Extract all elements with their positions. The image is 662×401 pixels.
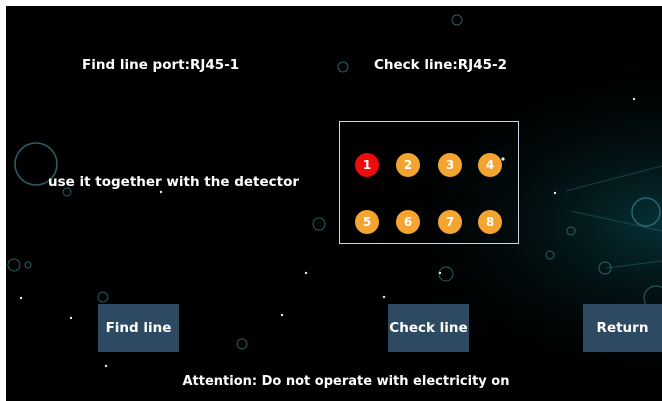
return-button[interactable]: Return	[583, 304, 662, 352]
pin-4-indicator: 4	[478, 153, 502, 177]
detector-hint-text: use it together with the detector	[48, 174, 300, 190]
pin-5-indicator: 5	[355, 210, 379, 234]
rj45-pin-panel: 1 2 3 4 5 6 7 8	[339, 121, 519, 244]
tester-screen: Find line port:RJ45-1 Check line:RJ45-2 …	[6, 6, 662, 401]
check-line-port-label: Check line:RJ45-2	[374, 57, 507, 73]
attention-warning: Attention: Do not operate with electrici…	[182, 374, 510, 389]
check-line-button[interactable]: Check line	[388, 304, 469, 352]
find-line-button[interactable]: Find line	[98, 304, 179, 352]
pin-8-indicator: 8	[478, 210, 502, 234]
pin-1-indicator: 1	[355, 153, 379, 177]
find-line-port-label: Find line port:RJ45-1	[82, 57, 240, 73]
pin-7-indicator: 7	[438, 210, 462, 234]
pin-2-indicator: 2	[396, 153, 420, 177]
pin-6-indicator: 6	[396, 210, 420, 234]
pin-3-indicator: 3	[438, 153, 462, 177]
